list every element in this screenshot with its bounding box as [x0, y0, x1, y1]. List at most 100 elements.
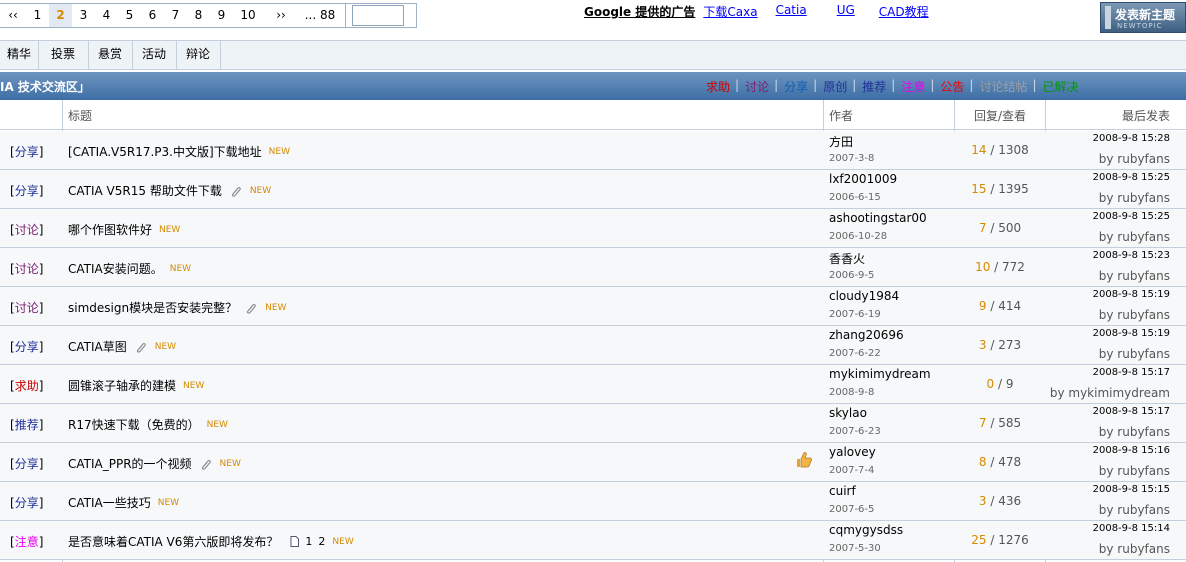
last-post-time[interactable]: 2008-9-8 15:23 — [1093, 250, 1170, 261]
pager-page-3[interactable]: 3 — [72, 4, 95, 27]
topic-page-link[interactable]: 1 — [305, 535, 312, 548]
topic-title[interactable]: CATIA草图 — [68, 338, 127, 355]
reply-count: 9 — [978, 299, 987, 313]
topic-tag[interactable]: [求助] — [10, 377, 43, 394]
filter-digest[interactable]: 精华 — [0, 41, 39, 69]
filter-poll[interactable]: 投票 — [38, 41, 89, 69]
reply-view-counts: 8 / 478 — [955, 455, 1045, 469]
last-post-time[interactable]: 2008-9-8 15:16 — [1093, 445, 1170, 456]
last-post-author[interactable]: by rubyfans — [1099, 347, 1170, 361]
topic-title[interactable]: CATIA V5R15 帮助文件下载 — [68, 182, 222, 199]
table-row: [推荐] R17快速下载（免费的） NEW skylao 2007-6-23 7 / 58… — [0, 404, 1186, 443]
topic-title[interactable]: 是否意味着CATIA V6第六版即将发布？ — [68, 533, 278, 550]
pager-next[interactable]: ›› — [263, 4, 299, 27]
filter-debate[interactable]: 辩论 — [176, 41, 221, 69]
last-post-author[interactable]: by rubyfans — [1099, 152, 1170, 166]
topic-tag[interactable]: [分享] — [10, 143, 43, 160]
filter-reward[interactable]: 悬赏 — [88, 41, 133, 69]
new-badge: NEW — [268, 146, 290, 157]
last-post-time[interactable]: 2008-9-8 15:17 — [1093, 406, 1170, 417]
topic-author[interactable]: ashootingstar00 — [829, 211, 927, 225]
category-link[interactable]: 原创 — [823, 78, 847, 95]
last-post-time[interactable]: 2008-9-8 15:17 — [1093, 367, 1170, 378]
last-post-time[interactable]: 2008-9-8 15:25 — [1093, 211, 1170, 222]
topic-tag[interactable]: [讨论] — [10, 221, 43, 238]
topic-tag[interactable]: [分享] — [10, 494, 43, 511]
last-post-author[interactable]: by mykimimydream — [1050, 386, 1170, 400]
last-post-author[interactable]: by rubyfans — [1099, 542, 1170, 556]
topic-title[interactable]: R17快速下载（免费的） — [68, 416, 200, 433]
last-post-time[interactable]: 2008-9-8 15:25 — [1093, 172, 1170, 183]
new-topic-button[interactable]: 发表新主题 NEWTOPIC — [1100, 2, 1186, 33]
topic-page-link[interactable]: 2 — [318, 535, 325, 548]
topic-title[interactable]: 哪个作图软件好 — [68, 221, 152, 238]
last-post-time[interactable]: 2008-9-8 15:19 — [1093, 328, 1170, 339]
category-link[interactable]: 公告 — [940, 78, 964, 95]
category-link[interactable]: 讨论 — [745, 78, 769, 95]
reply-view-counts: 3 / 436 — [955, 494, 1045, 508]
category-link[interactable]: 分享 — [784, 78, 808, 95]
category-link[interactable]: 注意 — [901, 78, 925, 95]
topic-title[interactable]: CATIA_PPR的一个视频 — [68, 455, 192, 472]
filter-activity[interactable]: 活动 — [132, 41, 177, 69]
topic-author[interactable]: yalovey — [829, 445, 876, 459]
pager-page-8[interactable]: 8 — [187, 4, 210, 27]
topic-author[interactable]: cuirf — [829, 484, 856, 498]
topic-tag[interactable]: [讨论] — [10, 260, 43, 277]
topic-author[interactable]: lxf2001009 — [829, 172, 897, 186]
pager-page-9[interactable]: 9 — [210, 4, 233, 27]
topic-author[interactable]: mykimimydream — [829, 367, 931, 381]
topic-title[interactable]: simdesign模块是否安装完整？ — [68, 299, 237, 316]
topic-title[interactable]: CATIA一些技巧 — [68, 494, 151, 511]
last-post-author[interactable]: by rubyfans — [1099, 503, 1170, 517]
pager-page-10[interactable]: 10 — [233, 4, 263, 27]
count-separator: / — [986, 416, 999, 430]
category-link[interactable]: 求助 — [706, 78, 730, 95]
topic-title[interactable]: CATIA安装问题。 — [68, 260, 163, 277]
ad-link-catia[interactable]: Catia — [776, 3, 807, 20]
topic-author[interactable]: 香香火 — [829, 250, 865, 267]
page-jump-input[interactable] — [352, 5, 404, 26]
last-post-author[interactable]: by rubyfans — [1099, 464, 1170, 478]
topic-title[interactable]: 圆锥滚子轴承的建模 — [68, 377, 176, 394]
pager-page-1[interactable]: 1 — [26, 4, 49, 27]
topic-tag[interactable]: [分享] — [10, 455, 43, 472]
topic-tag[interactable]: [注意] — [10, 533, 43, 550]
category-link[interactable]: 讨论结帖 — [979, 78, 1027, 95]
topic-tag[interactable]: [分享] — [10, 338, 43, 355]
category-link[interactable]: 推荐 — [862, 78, 886, 95]
pager-page-6[interactable]: 6 — [141, 4, 164, 27]
last-post-author[interactable]: by rubyfans — [1099, 269, 1170, 283]
topic-tag[interactable]: [分享] — [10, 182, 43, 199]
topic-author[interactable]: zhang20696 — [829, 328, 904, 342]
last-post-time[interactable]: 2008-9-8 15:19 — [1093, 289, 1170, 300]
ad-link-cad[interactable]: CAD教程 — [879, 3, 929, 20]
filter-tabs: 精华 投票 悬赏 活动 辩论 — [0, 40, 1186, 70]
last-post-time[interactable]: 2008-9-8 15:14 — [1093, 523, 1170, 534]
ad-link-ug[interactable]: UG — [837, 3, 855, 20]
pager-page-5[interactable]: 5 — [118, 4, 141, 27]
last-post-time[interactable]: 2008-9-8 15:28 — [1093, 133, 1170, 144]
topic-tag-label: 求助 — [14, 379, 39, 393]
pager-page-4[interactable]: 4 — [95, 4, 118, 27]
ad-link-caxa[interactable]: 下载Caxa — [703, 3, 757, 20]
pager-page-7[interactable]: 7 — [164, 4, 187, 27]
pager-prev[interactable]: ‹‹ — [0, 4, 26, 27]
last-post-author[interactable]: by rubyfans — [1099, 191, 1170, 205]
last-post-author[interactable]: by rubyfans — [1099, 308, 1170, 322]
topic-tag-label: 分享 — [14, 184, 39, 198]
thumbs-up-icon — [795, 451, 813, 469]
topic-author[interactable]: 方田 — [829, 133, 853, 150]
pager-last[interactable]: ... 88 — [299, 4, 341, 27]
topic-author[interactable]: skylao — [829, 406, 867, 420]
category-link[interactable]: 已解决 — [1043, 78, 1079, 95]
topic-author[interactable]: cqmygysdss — [829, 523, 903, 537]
topic-tag[interactable]: [讨论] — [10, 299, 43, 316]
last-post-author[interactable]: by rubyfans — [1099, 230, 1170, 244]
topic-title[interactable]: [CATIA.V5R17.P3.中文版]下载地址 — [68, 143, 262, 160]
topic-author[interactable]: cloudy1984 — [829, 289, 899, 303]
last-post-author[interactable]: by rubyfans — [1099, 425, 1170, 439]
last-post-time[interactable]: 2008-9-8 15:15 — [1093, 484, 1170, 495]
topic-tag[interactable]: [推荐] — [10, 416, 43, 433]
category-separator: | — [735, 78, 740, 92]
